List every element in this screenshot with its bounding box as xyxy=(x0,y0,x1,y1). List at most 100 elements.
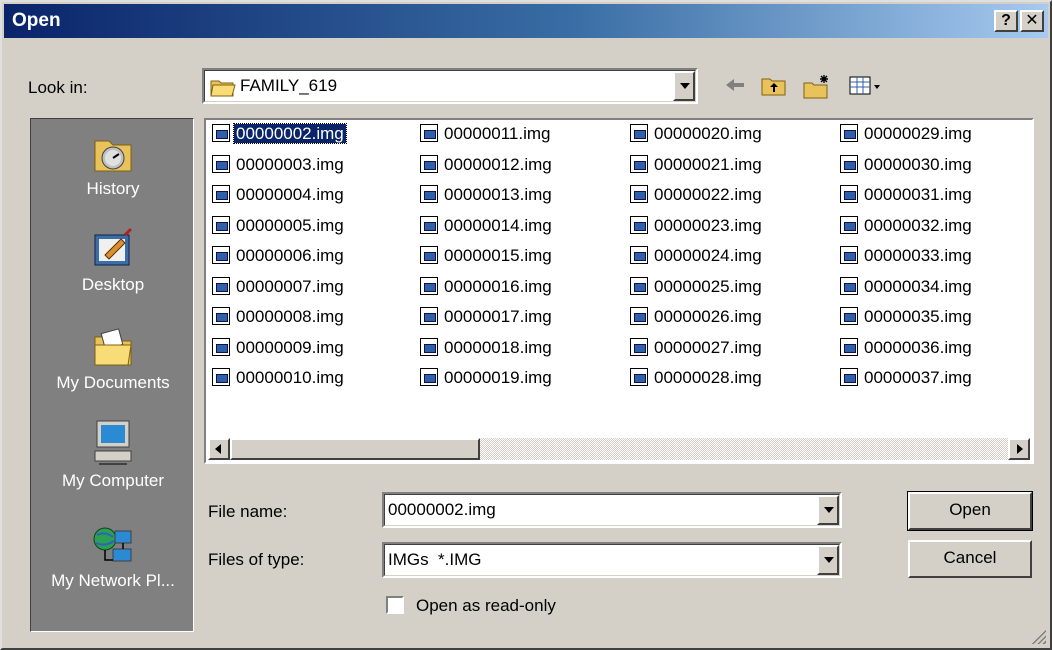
file-name-text: 00000010.img xyxy=(236,368,344,387)
img-file-icon xyxy=(212,337,230,356)
file-item[interactable]: 00000012.img xyxy=(420,154,554,179)
file-item[interactable]: 00000029.img xyxy=(840,124,974,148)
file-item[interactable]: 00000032.img xyxy=(840,215,974,240)
file-name-text: 00000017.img xyxy=(444,307,552,326)
place-label: Desktop xyxy=(81,275,145,294)
file-item[interactable]: 00000015.img xyxy=(420,246,554,270)
file-name-text: 00000016.img xyxy=(444,276,552,296)
cancel-button[interactable]: Cancel xyxy=(908,540,1032,578)
look-in-value: FAMILY_619 xyxy=(240,76,338,95)
file-name-input[interactable]: 00000002.img xyxy=(382,492,842,528)
file-item[interactable]: 00000011.img xyxy=(420,124,553,148)
file-item[interactable]: 00000019.img xyxy=(420,368,554,392)
file-name-text: 00000002.img xyxy=(233,123,347,144)
file-item[interactable]: 00000026.img xyxy=(630,307,764,331)
file-item[interactable]: 00000027.img xyxy=(630,337,764,362)
file-item[interactable]: 00000031.img xyxy=(840,185,974,209)
up-one-level-icon[interactable] xyxy=(760,74,788,98)
img-file-icon xyxy=(840,124,858,142)
file-name-text: 00000008.img xyxy=(236,307,344,326)
file-item[interactable]: 00000030.img xyxy=(840,154,974,179)
file-item[interactable]: 00000022.img xyxy=(630,185,764,209)
file-name-text: 00000026.img xyxy=(654,307,762,326)
file-item[interactable]: 00000003.img xyxy=(212,154,346,179)
place-my-documents[interactable]: My Documents xyxy=(31,325,195,393)
file-name-text: 00000023.img xyxy=(654,215,762,235)
file-item[interactable]: 00000023.img xyxy=(630,215,764,240)
file-name-text: 00000035.img xyxy=(864,307,972,326)
file-name-value: 00000002.img xyxy=(388,500,496,519)
files-of-type-dropdown-button[interactable] xyxy=(817,545,839,575)
close-button[interactable]: ✕ xyxy=(1020,10,1044,32)
file-item[interactable]: 00000020.img xyxy=(630,124,764,148)
scroll-thumb[interactable] xyxy=(230,438,480,460)
file-item[interactable]: 00000025.img xyxy=(630,276,764,301)
places-bar: History Desktop My Documents My Computer… xyxy=(30,118,194,632)
file-name-text: 00000029.img xyxy=(864,124,972,143)
place-history[interactable]: History xyxy=(31,131,195,199)
file-item[interactable]: 00000024.img xyxy=(630,246,764,270)
open-button[interactable]: Open xyxy=(907,491,1033,531)
file-item[interactable]: 00000013.img xyxy=(420,185,554,209)
file-item[interactable]: 00000002.img xyxy=(212,123,347,148)
file-item[interactable]: 00000014.img xyxy=(420,215,554,240)
title-bar[interactable]: Open ? ✕ xyxy=(4,4,1048,38)
view-menu-icon[interactable] xyxy=(848,74,884,98)
help-button[interactable]: ? xyxy=(994,10,1018,32)
file-name-text: 00000032.img xyxy=(864,215,972,235)
read-only-label[interactable]: Open as read-only xyxy=(416,596,556,616)
scroll-right-button[interactable] xyxy=(1008,438,1030,460)
resize-grip[interactable] xyxy=(1030,628,1046,644)
files-of-type-value: IMGs *.IMG xyxy=(388,550,482,569)
file-item[interactable]: 00000004.img xyxy=(212,185,346,209)
place-my-computer[interactable]: My Computer xyxy=(31,419,195,491)
img-file-icon xyxy=(420,368,438,386)
file-item[interactable]: 00000037.img xyxy=(840,368,974,392)
file-item[interactable]: 00000033.img xyxy=(840,246,974,270)
file-name-text: 00000015.img xyxy=(444,246,552,265)
read-only-checkbox[interactable] xyxy=(386,596,404,614)
file-item[interactable]: 00000028.img xyxy=(630,368,764,392)
place-label: History xyxy=(86,179,140,198)
look-in-dropdown-button[interactable] xyxy=(673,71,695,101)
file-name-text: 00000009.img xyxy=(236,337,344,357)
img-file-icon xyxy=(630,154,648,173)
look-in-combo[interactable]: FAMILY_619 xyxy=(202,68,698,104)
file-item[interactable]: 00000010.img xyxy=(212,368,346,392)
file-item[interactable]: 00000017.img xyxy=(420,307,554,331)
scroll-left-button[interactable] xyxy=(208,438,230,460)
file-item[interactable]: 00000016.img xyxy=(420,276,554,301)
file-item[interactable]: 00000034.img xyxy=(840,276,974,301)
file-list[interactable]: 00000002.img 00000003.img 00000004.img 0000… xyxy=(204,118,1034,464)
file-name-text: 00000027.img xyxy=(654,337,762,357)
horizontal-scrollbar[interactable] xyxy=(208,438,1030,460)
file-item[interactable]: 00000009.img xyxy=(212,337,346,362)
file-name-text: 00000013.img xyxy=(444,185,552,204)
file-item[interactable]: 00000021.img xyxy=(630,154,764,179)
file-name-dropdown-button[interactable] xyxy=(817,495,839,525)
file-name-text: 00000021.img xyxy=(654,154,762,174)
img-file-icon xyxy=(212,246,230,264)
history-icon xyxy=(94,140,132,172)
file-name-text: 00000012.img xyxy=(444,154,552,174)
file-item[interactable]: 00000008.img xyxy=(212,307,346,331)
dialog-title: Open xyxy=(12,10,61,31)
file-name-label: File name: xyxy=(208,502,288,521)
file-name-text: 00000014.img xyxy=(444,215,552,235)
file-item[interactable]: 00000036.img xyxy=(840,337,974,362)
file-name-text: 00000011.img xyxy=(444,124,551,143)
img-file-icon xyxy=(212,307,230,325)
place-desktop[interactable]: Desktop xyxy=(31,227,195,295)
new-folder-icon[interactable] xyxy=(802,74,832,100)
place-my-network-places[interactable]: My Network Pl... xyxy=(31,523,195,591)
file-item[interactable]: 00000006.img xyxy=(212,246,346,270)
back-arrow-icon[interactable] xyxy=(722,74,748,96)
file-name-text: 00000036.img xyxy=(864,337,972,357)
files-of-type-select[interactable]: IMGs *.IMG xyxy=(382,542,842,578)
file-item[interactable]: 00000007.img xyxy=(212,276,346,301)
file-item[interactable]: 00000035.img xyxy=(840,307,974,331)
my-computer-icon xyxy=(94,420,132,465)
file-item[interactable]: 00000018.img xyxy=(420,337,554,362)
img-file-icon xyxy=(212,215,230,234)
file-item[interactable]: 00000005.img xyxy=(212,215,346,240)
